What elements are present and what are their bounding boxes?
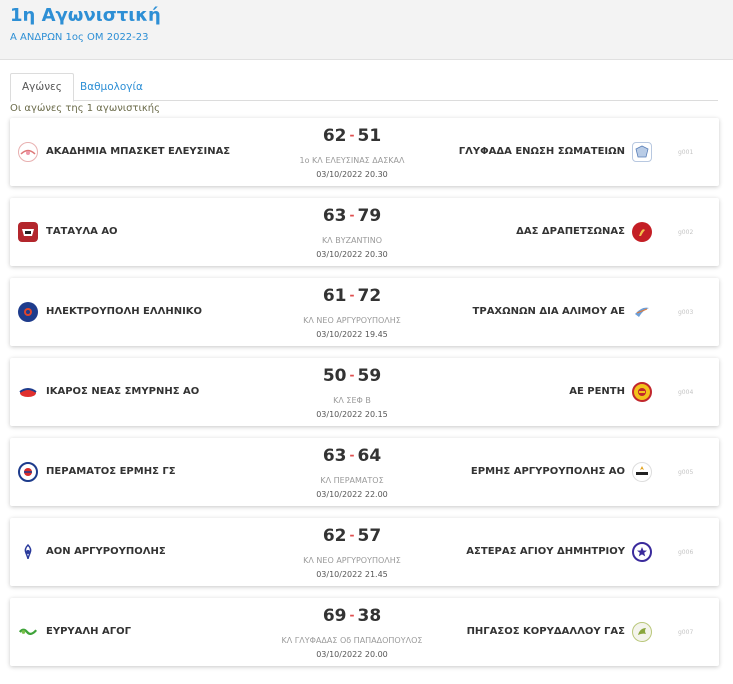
game-score: 63-79 — [272, 206, 432, 226]
venue: 1ο ΚΛ ΕΛΕΥΣΙΝΑΣ ΔΑΣΚΑΛ — [299, 156, 405, 165]
home-team-name[interactable]: ΑΟΝ ΑΡΓΥΡΟΥΠΟΛΗΣ — [46, 546, 166, 557]
game-card[interactable]: ΕΥΡΥΑΛΗ ΑΓΟΓ 69-38 ΚΛ ΓΛΥΦΑΔΑΣ Οδ ΠΑΠΑΔΟ… — [10, 598, 719, 666]
game-code: g007 — [678, 629, 694, 636]
home-team-name[interactable]: ΠΕΡΑΜΑΤΟΣ ΕΡΜΗΣ ΓΣ — [46, 466, 176, 477]
team-logo-icon — [632, 462, 652, 482]
team-logo-icon — [18, 542, 38, 562]
away-team-name[interactable]: ΔΑΣ ΔΡΑΠΕΤΣΩΝΑΣ — [516, 226, 625, 237]
team-logo-icon — [18, 142, 38, 162]
home-team-name[interactable]: ΗΛΕΚΤΡΟΥΠΟΛΗ ΕΛΛΗΝΙΚΟ — [46, 306, 202, 317]
team-logo-icon — [18, 382, 38, 402]
game-datetime: 03/10/2022 19.45 — [316, 330, 388, 339]
away-score: 64 — [357, 446, 382, 466]
game-datetime: 03/10/2022 22.00 — [316, 490, 388, 499]
home-team-name[interactable]: ΑΚΑΔΗΜΙΑ ΜΠΑΣΚΕΤ ΕΛΕΥΣΙΝΑΣ — [46, 146, 230, 157]
away-score: 51 — [357, 126, 382, 146]
game-code: g003 — [678, 309, 694, 316]
game-code: g005 — [678, 469, 694, 476]
game-code: g001 — [678, 149, 694, 156]
venue: ΚΛ ΓΛΥΦΑΔΑΣ Οδ ΠΑΠΑΔΟΠΟΥΛΟΣ — [281, 636, 423, 645]
score-separator: - — [349, 368, 355, 382]
home-score: 62 — [322, 126, 347, 146]
competition-subtitle[interactable]: Α ΑΝΔΡΩΝ 1ος ΟΜ 2022-23 — [10, 32, 149, 43]
game-datetime: 03/10/2022 20.00 — [316, 650, 388, 659]
away-score: 38 — [357, 606, 382, 626]
away-score: 59 — [357, 366, 382, 386]
away-team-name[interactable]: ΓΛΥΦΑΔΑ ΕΝΩΣΗ ΣΩΜΑΤΕΙΩΝ — [459, 146, 625, 157]
round-info: Οι αγώνες της 1 αγωνιστικής — [10, 103, 160, 114]
game-score: 61-72 — [272, 286, 432, 306]
team-logo-icon — [632, 142, 652, 162]
game-score: 62-57 — [272, 526, 432, 546]
score-separator: - — [349, 608, 355, 622]
score-separator: - — [349, 288, 355, 302]
venue: ΚΛ ΒΥΖΑΝΤΙΝΟ — [321, 236, 383, 245]
home-team-name[interactable]: ΤΑΤΑΥΛΑ ΑΟ — [46, 226, 118, 237]
game-card[interactable]: ΑΟΝ ΑΡΓΥΡΟΥΠΟΛΗΣ 62-57 ΚΛ ΝΕΟ ΑΡΓΥΡΟΥΠΟΛ… — [10, 518, 719, 586]
game-score: 69-38 — [272, 606, 432, 626]
game-score: 63-64 — [272, 446, 432, 466]
team-logo-icon — [632, 382, 652, 402]
game-score: 50-59 — [272, 366, 432, 386]
game-datetime: 03/10/2022 21.45 — [316, 570, 388, 579]
home-score: 61 — [322, 286, 347, 306]
page-title: 1η Αγωνιστική — [10, 5, 161, 26]
score-separator: - — [349, 208, 355, 222]
away-score: 57 — [357, 526, 382, 546]
game-datetime: 03/10/2022 20.15 — [316, 410, 388, 419]
tab-bar: Αγώνες Βαθμολογία — [10, 73, 718, 102]
game-card[interactable]: ΙΚΑΡΟΣ ΝΕΑΣ ΣΜΥΡΝΗΣ ΑΟ 50-59 ΚΛ ΣΕΦ Β 03… — [10, 358, 719, 426]
team-logo-icon — [18, 462, 38, 482]
away-team-name[interactable]: ΑΕ ΡΕΝΤΗ — [569, 386, 625, 397]
game-datetime: 03/10/2022 20.30 — [316, 250, 388, 259]
score-separator: - — [349, 528, 355, 542]
away-team-name[interactable]: ΠΗΓΑΣΟΣ ΚΟΡΥΔΑΛΛΟΥ ΓΑΣ — [467, 626, 625, 637]
team-logo-icon — [18, 302, 38, 322]
venue: ΚΛ ΣΕΦ Β — [333, 396, 371, 405]
venue: ΚΛ ΝΕΟ ΑΡΓΥΡΟΥΠΟΛΗΣ — [303, 316, 401, 325]
tab-games[interactable]: Αγώνες — [10, 73, 74, 102]
game-code: g004 — [678, 389, 694, 396]
team-logo-icon — [18, 222, 38, 242]
score-separator: - — [349, 128, 355, 142]
away-score: 72 — [357, 286, 382, 306]
home-score: 63 — [322, 206, 347, 226]
venue: ΚΛ ΝΕΟ ΑΡΓΥΡΟΥΠΟΛΗΣ — [303, 556, 401, 565]
away-team-name[interactable]: ΑΣΤΕΡΑΣ ΑΓΙΟΥ ΔΗΜΗΤΡΙΟΥ — [466, 546, 625, 557]
home-score: 50 — [322, 366, 347, 386]
home-score: 63 — [322, 446, 347, 466]
home-team-name[interactable]: ΙΚΑΡΟΣ ΝΕΑΣ ΣΜΥΡΝΗΣ ΑΟ — [46, 386, 199, 397]
team-logo-icon — [18, 622, 38, 642]
home-score: 69 — [322, 606, 347, 626]
game-card[interactable]: ΑΚΑΔΗΜΙΑ ΜΠΑΣΚΕΤ ΕΛΕΥΣΙΝΑΣ 62-51 1ο ΚΛ Ε… — [10, 118, 719, 186]
page-header: 1η Αγωνιστική Α ΑΝΔΡΩΝ 1ος ΟΜ 2022-23 — [0, 0, 733, 60]
away-team-name[interactable]: ΕΡΜΗΣ ΑΡΓΥΡΟΥΠΟΛΗΣ ΑΟ — [471, 466, 625, 477]
score-separator: - — [349, 448, 355, 462]
away-team-name[interactable]: ΤΡΑΧΩΝΩΝ ΔΙΑ ΑΛΙΜΟΥ ΑΕ — [473, 306, 625, 317]
game-card[interactable]: ΗΛΕΚΤΡΟΥΠΟΛΗ ΕΛΛΗΝΙΚΟ 61-72 ΚΛ ΝΕΟ ΑΡΓΥΡ… — [10, 278, 719, 346]
home-team-name[interactable]: ΕΥΡΥΑΛΗ ΑΓΟΓ — [46, 626, 131, 637]
tab-standings[interactable]: Βαθμολογία — [68, 73, 155, 101]
team-logo-icon — [632, 302, 652, 322]
home-score: 62 — [322, 526, 347, 546]
venue: ΚΛ ΠΕΡΑΜΑΤΟΣ — [320, 476, 384, 485]
game-code: g006 — [678, 549, 694, 556]
team-logo-icon — [632, 222, 652, 242]
team-logo-icon — [632, 622, 652, 642]
away-score: 79 — [357, 206, 382, 226]
game-score: 62-51 — [272, 126, 432, 146]
game-card[interactable]: ΤΑΤΑΥΛΑ ΑΟ 63-79 ΚΛ ΒΥΖΑΝΤΙΝΟ 03/10/2022… — [10, 198, 719, 266]
game-datetime: 03/10/2022 20.30 — [316, 170, 388, 179]
team-logo-icon — [632, 542, 652, 562]
game-code: g002 — [678, 229, 694, 236]
game-card[interactable]: ΠΕΡΑΜΑΤΟΣ ΕΡΜΗΣ ΓΣ 63-64 ΚΛ ΠΕΡΑΜΑΤΟΣ 03… — [10, 438, 719, 506]
